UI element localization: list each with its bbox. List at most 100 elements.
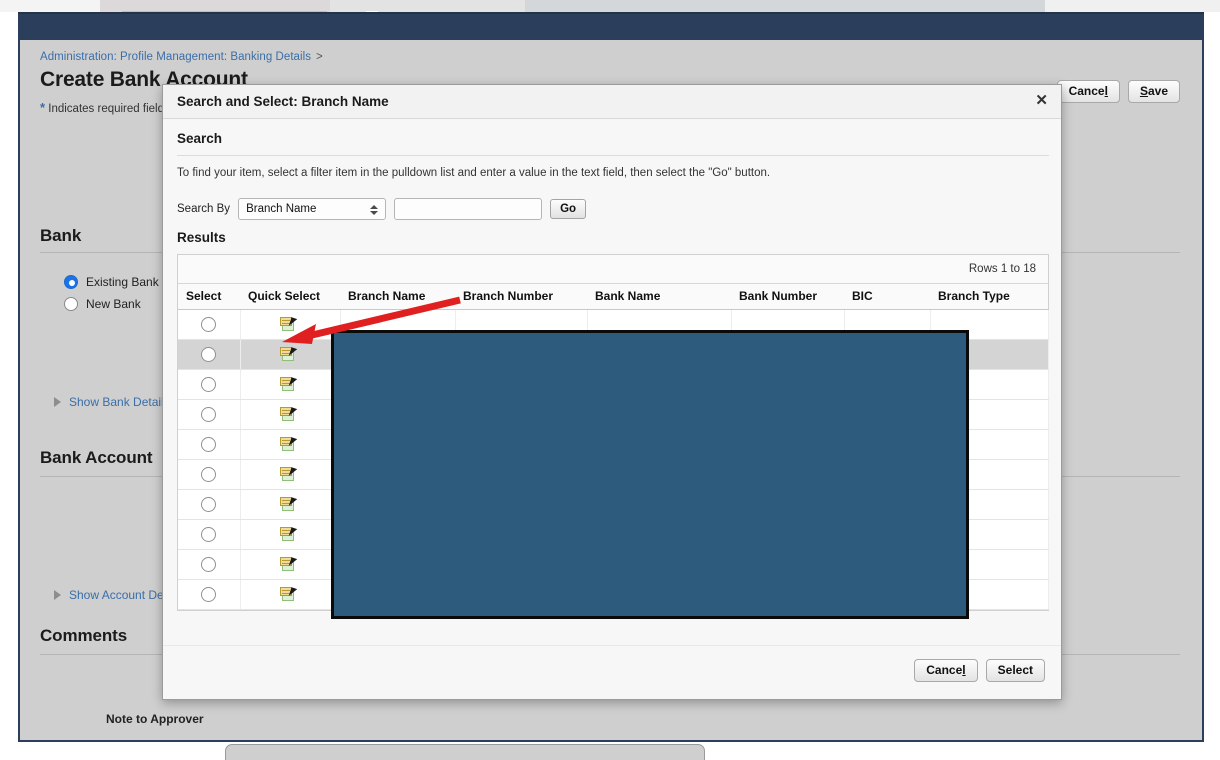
row-select-cell[interactable]	[178, 519, 241, 550]
section-heading-bank: Bank	[40, 226, 82, 245]
browser-tab-fragment-4[interactable]	[525, 0, 1045, 12]
dialog-cancel-button[interactable]: Cancel	[914, 659, 978, 682]
row-quick-select-cell[interactable]	[240, 339, 341, 370]
row-select-cell[interactable]	[178, 429, 241, 460]
row-quick-select-cell[interactable]	[240, 429, 341, 460]
row-select-radio[interactable]	[201, 586, 217, 602]
breadcrumb[interactable]: Administration: Profile Management: Bank…	[40, 51, 323, 63]
chevron-updown-icon	[369, 202, 378, 218]
browser-tab-fragment-5[interactable]	[1045, 0, 1220, 12]
row-select-radio[interactable]	[201, 406, 217, 422]
col-header-bank-number[interactable]: Bank Number	[731, 284, 844, 310]
col-header-bic[interactable]: BIC	[844, 284, 930, 310]
quick-select-icon[interactable]	[280, 406, 300, 422]
row-select-cell[interactable]	[178, 489, 241, 520]
dialog-cancel-accesskey: l	[962, 663, 966, 677]
note-to-approver-textarea[interactable]	[225, 744, 705, 760]
save-button-top[interactable]: Save	[1127, 80, 1180, 103]
row-quick-select-cell[interactable]	[240, 489, 341, 520]
breadcrumb-text[interactable]: Administration: Profile Management: Bank…	[40, 51, 311, 63]
show-bank-details-toggle[interactable]: Show Bank Details	[54, 395, 170, 409]
app-header-top-edge	[18, 12, 1204, 14]
row-quick-select-cell[interactable]	[240, 459, 341, 490]
row-select-cell[interactable]	[178, 579, 241, 610]
quick-select-icon[interactable]	[280, 526, 300, 542]
col-header-branch-name[interactable]: Branch Name	[340, 284, 455, 310]
browser-tab-fragment-1[interactable]	[0, 0, 100, 12]
col-header-branch-type[interactable]: Branch Type	[930, 284, 1048, 310]
row-select-radio[interactable]	[201, 316, 217, 332]
radio-existing-bank[interactable]: Existing Bank	[64, 275, 159, 289]
row-quick-select-cell[interactable]	[240, 309, 341, 340]
row-quick-select-cell[interactable]	[240, 519, 341, 550]
quick-select-icon[interactable]	[280, 376, 300, 392]
col-header-bank-name[interactable]: Bank Name	[587, 284, 731, 310]
section-heading-bank-account: Bank Account	[40, 448, 153, 467]
cancel-label-a: Cance	[1068, 84, 1105, 98]
row-select-cell[interactable]	[178, 309, 241, 340]
quick-select-icon[interactable]	[280, 466, 300, 482]
save-label-b: ave	[1147, 84, 1168, 98]
note-to-approver-label: Note to Approver	[106, 712, 204, 726]
divider-search	[177, 155, 1049, 156]
row-select-cell[interactable]	[178, 399, 241, 430]
cancel-button-top[interactable]: Cancel	[1056, 80, 1120, 103]
section-heading-comments: Comments	[40, 626, 128, 645]
row-select-cell[interactable]	[178, 369, 241, 400]
radio-new-bank-input[interactable]	[64, 297, 78, 311]
radio-existing-bank-label: Existing Bank	[86, 275, 159, 289]
row-select-cell[interactable]	[178, 459, 241, 490]
row-select-radio[interactable]	[201, 466, 217, 482]
row-select-radio[interactable]	[201, 376, 217, 392]
row-select-radio[interactable]	[201, 496, 217, 512]
search-controls-row: Search By Branch Name Go	[177, 198, 587, 220]
row-select-cell[interactable]	[178, 339, 241, 370]
col-header-branch-number[interactable]: Branch Number	[455, 284, 587, 310]
dialog-cancel-label-a: Cance	[926, 663, 963, 677]
dialog-title: Search and Select: Branch Name	[177, 94, 389, 109]
quick-select-icon[interactable]	[280, 346, 300, 362]
quick-select-icon[interactable]	[280, 556, 300, 572]
show-bank-details-label: Show Bank Details	[69, 395, 170, 409]
dialog-title-bar: Search and Select: Branch Name ✕	[163, 85, 1061, 119]
rows-count-label: Rows 1 to 18	[968, 263, 1036, 275]
app-header-bar	[18, 12, 1204, 40]
quick-select-icon[interactable]	[280, 496, 300, 512]
search-value-input[interactable]	[394, 198, 543, 220]
radio-new-bank-label: New Bank	[86, 297, 141, 311]
quick-select-icon[interactable]	[280, 316, 300, 332]
search-by-selected-value: Branch Name	[246, 203, 317, 215]
radio-new-bank[interactable]: New Bank	[64, 297, 141, 311]
breadcrumb-arrow: >	[316, 51, 323, 63]
chevron-right-icon	[54, 590, 61, 600]
quick-select-icon[interactable]	[280, 586, 300, 602]
row-select-radio[interactable]	[201, 556, 217, 572]
row-select-radio[interactable]	[201, 526, 217, 542]
row-select-radio[interactable]	[201, 436, 217, 452]
screenshot-root: Administration: Profile Management: Bank…	[0, 0, 1220, 760]
dialog-select-button[interactable]: Select	[985, 659, 1045, 682]
row-quick-select-cell[interactable]	[240, 579, 341, 610]
col-header-quick-select[interactable]: Quick Select	[240, 284, 340, 310]
row-select-radio[interactable]	[201, 346, 217, 362]
results-header-row: Select Quick Select Branch Name Branch N…	[178, 284, 1048, 310]
dialog-footer: Cancel Select	[163, 645, 1061, 699]
close-icon[interactable]: ✕	[1035, 93, 1048, 109]
cancel-accesskey: l	[1104, 84, 1108, 98]
results-heading: Results	[177, 230, 226, 245]
search-by-label: Search By	[177, 203, 231, 215]
row-select-cell[interactable]	[178, 549, 241, 580]
col-header-select[interactable]: Select	[178, 284, 240, 310]
save-accesskey: S	[1139, 84, 1148, 98]
required-star-icon: *	[40, 100, 46, 115]
rows-count-band: Rows 1 to 18	[178, 255, 1048, 284]
go-button[interactable]: Go	[550, 199, 587, 219]
row-quick-select-cell[interactable]	[240, 369, 341, 400]
row-quick-select-cell[interactable]	[240, 549, 341, 580]
browser-tab-fragment-3[interactable]	[330, 0, 525, 12]
radio-existing-bank-input[interactable]	[64, 275, 78, 289]
browser-chrome-strip	[0, 0, 1220, 14]
search-by-select[interactable]: Branch Name	[238, 198, 387, 220]
quick-select-icon[interactable]	[280, 436, 300, 452]
row-quick-select-cell[interactable]	[240, 399, 341, 430]
